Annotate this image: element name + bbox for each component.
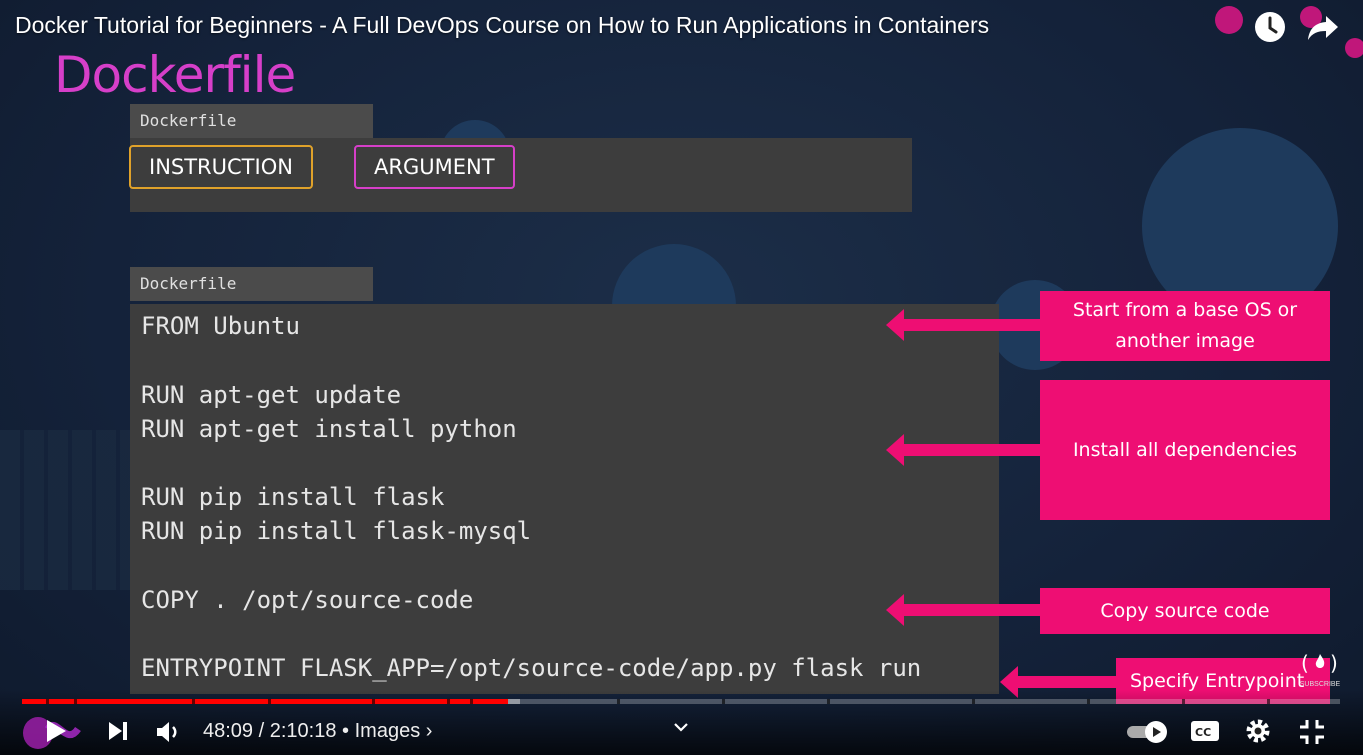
- chevron-down-icon[interactable]: [672, 718, 690, 741]
- play-button[interactable]: [22, 707, 88, 753]
- callout-copy-source: Copy source code: [1040, 588, 1330, 634]
- time-current: 48:09: [203, 720, 254, 742]
- chapter-marker: [617, 699, 620, 704]
- settings-button[interactable]: [1245, 718, 1271, 749]
- callout-arrow: [886, 434, 1040, 466]
- chapter-title[interactable]: Images: [355, 720, 421, 742]
- chapter-marker: [470, 699, 473, 704]
- channel-watermark[interactable]: ( ) SUBSCRIBE: [1297, 648, 1343, 692]
- background-skyline: [0, 430, 130, 590]
- callout-arrow: [1000, 666, 1116, 698]
- chapter-marker: [192, 699, 195, 704]
- progress-bar[interactable]: [22, 699, 1340, 704]
- code-line: COPY . /opt/source-code: [141, 586, 474, 614]
- callout-base-image: Start from a base OS or another image: [1040, 291, 1330, 361]
- decorative-dot: [1215, 6, 1243, 34]
- slide-title: Dockerfile: [54, 46, 296, 104]
- subscribe-label: SUBSCRIBE: [1299, 681, 1341, 688]
- chapter-marker: [46, 699, 49, 704]
- progress-played: [22, 699, 509, 704]
- chevron-right-icon[interactable]: ›: [426, 720, 433, 742]
- argument-chip: ARGUMENT: [354, 145, 515, 189]
- captions-icon: CC: [1191, 721, 1219, 741]
- callout-dependencies: Install all dependencies: [1040, 380, 1330, 520]
- code-line: RUN pip install flask: [141, 483, 445, 511]
- callout-arrow: [886, 309, 1040, 341]
- captions-button[interactable]: CC: [1190, 719, 1220, 748]
- chapter-marker: [827, 699, 830, 704]
- autoplay-toggle-icon: [1127, 721, 1167, 743]
- fullscreen-exit-button[interactable]: [1298, 718, 1326, 751]
- code-line: FROM Ubuntu: [141, 312, 300, 340]
- chapter-separator: •: [342, 720, 355, 742]
- svg-text:(: (: [1301, 651, 1309, 675]
- chapter-marker: [972, 699, 975, 704]
- callout-arrow: [886, 594, 1040, 626]
- chapter-marker: [1182, 699, 1185, 704]
- clock-icon[interactable]: [1253, 10, 1287, 44]
- time-total: 2:10:18: [269, 720, 337, 742]
- code-line: RUN pip install flask-mysql: [141, 517, 532, 545]
- autoplay-toggle[interactable]: [1126, 719, 1170, 750]
- chapter-marker: [447, 699, 450, 704]
- svg-text:): ): [1330, 651, 1338, 675]
- chapter-marker: [1267, 699, 1270, 704]
- next-icon: [109, 722, 127, 740]
- volume-button[interactable]: [155, 719, 181, 750]
- fcc-logo-icon: ( ): [1301, 651, 1338, 675]
- chapter-marker: [1087, 699, 1090, 704]
- chapter-marker: [268, 699, 271, 704]
- decorative-dot: [1345, 38, 1363, 58]
- chapter-marker: [722, 699, 725, 704]
- share-icon[interactable]: [1306, 10, 1340, 44]
- code-line: RUN apt-get update: [141, 381, 402, 409]
- instruction-chip: INSTRUCTION: [129, 145, 313, 189]
- code-line: RUN apt-get install python: [141, 415, 517, 443]
- code-box-tab: Dockerfile: [130, 267, 373, 301]
- next-button[interactable]: [106, 719, 130, 748]
- time-display: 48:09 / 2:10:18 • Images ›: [203, 720, 432, 743]
- gear-icon: [1246, 719, 1270, 743]
- code-line: ENTRYPOINT FLASK_APP=/opt/source-code/ap…: [141, 654, 922, 682]
- chapter-marker: [74, 699, 77, 704]
- chapter-marker: [372, 699, 375, 704]
- volume-icon: [157, 722, 177, 742]
- video-frame[interactable]: Dockerfile Dockerfile INSTRUCTION ARGUME…: [0, 0, 1363, 755]
- fullscreen-exit-icon: [1300, 720, 1324, 744]
- svg-text:CC: CC: [1195, 726, 1211, 739]
- time-separator: /: [258, 720, 270, 742]
- video-title[interactable]: Docker Tutorial for Beginners - A Full D…: [15, 12, 989, 39]
- syntax-box-tab: Dockerfile: [130, 104, 373, 138]
